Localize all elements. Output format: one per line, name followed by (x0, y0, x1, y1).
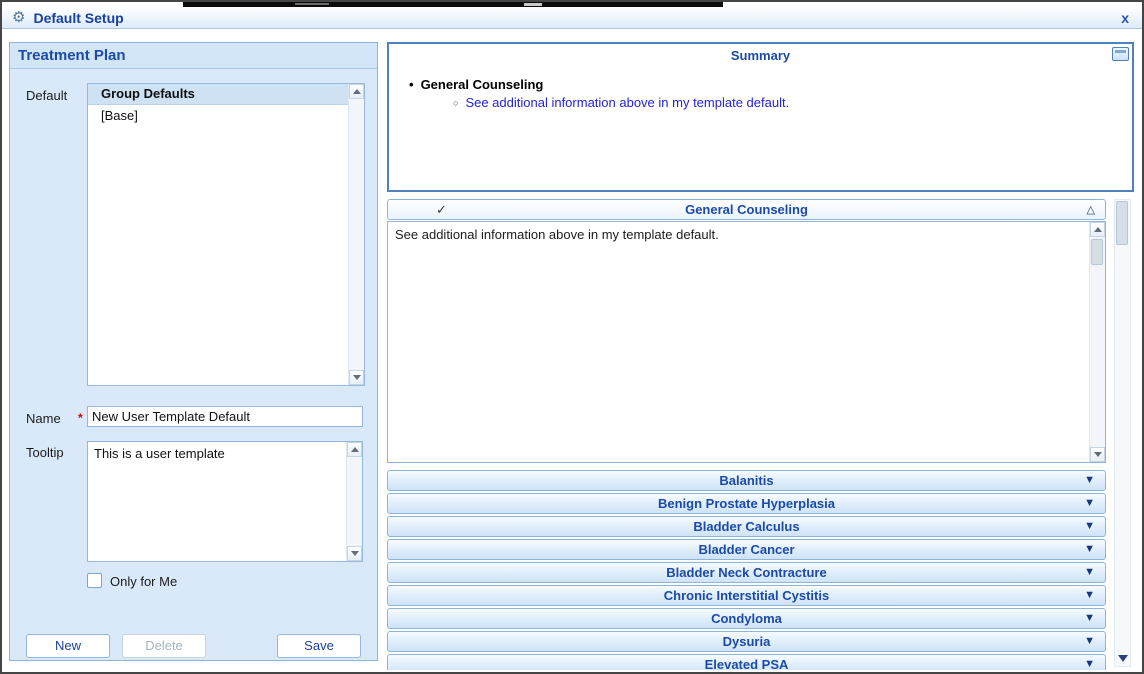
save-button[interactable]: Save (277, 634, 361, 658)
chevron-down-icon[interactable]: ▼ (1084, 589, 1095, 601)
scroll-up-button[interactable] (347, 442, 362, 457)
summary-title: Summary (730, 48, 791, 63)
summary-subitem: ○ See additional information above in my… (453, 95, 789, 110)
section-title: Condyloma (711, 611, 782, 626)
summary-panel: Summary • General Counseling ○ See addit… (387, 42, 1134, 192)
listbox-scrollbar[interactable] (348, 84, 364, 385)
summary-item: • General Counseling (409, 77, 543, 92)
chevron-down-icon[interactable]: ▼ (1084, 543, 1095, 555)
section-title: Benign Prostate Hyperplasia (658, 496, 835, 511)
tooltip-label: Tooltip (26, 445, 64, 460)
chevron-down-icon[interactable]: ▼ (1084, 520, 1095, 532)
arrow-up-icon (350, 447, 359, 452)
tooltip-text[interactable]: This is a user template (88, 442, 346, 465)
background-text-fragment (524, 3, 542, 6)
window-title: Default Setup (33, 9, 124, 26)
arrow-down-icon (352, 375, 361, 380)
textarea-scrollbar[interactable] (1089, 222, 1105, 462)
sections-scrollbar[interactable] (1114, 199, 1131, 667)
section-title: Balanitis (719, 473, 774, 488)
defaults-detail-region: Summary • General Counseling ○ See addit… (387, 42, 1138, 670)
scroll-down-button[interactable] (1115, 650, 1130, 666)
summary-item-link[interactable]: See additional information above in my t… (465, 95, 789, 110)
title-bar: ⚙ Default Setup x (2, 7, 1142, 29)
section-bar-bladder-calculus[interactable]: Bladder Calculus ▼ (387, 516, 1106, 537)
scroll-up-button[interactable] (349, 84, 364, 99)
section-bar-condyloma[interactable]: Condyloma ▼ (387, 608, 1106, 629)
only-for-me-label[interactable]: Only for Me (110, 574, 177, 589)
name-label: Name (26, 411, 61, 426)
tooltip-textarea[interactable]: This is a user template (87, 441, 363, 562)
chevron-up-icon[interactable]: △ (1087, 203, 1095, 216)
circle-bullet-icon: ○ (453, 97, 459, 108)
gear-icon: ⚙ (12, 9, 26, 26)
panel-title: Treatment Plan (10, 43, 377, 69)
arrow-down-icon (350, 551, 359, 556)
section-bar-elevated-psa[interactable]: Elevated PSA ▼ (387, 654, 1106, 670)
section-title: Bladder Calculus (693, 519, 800, 534)
scroll-down-button[interactable] (349, 370, 364, 385)
scroll-down-button[interactable] (347, 546, 362, 561)
general-counseling-text[interactable]: See additional information above in my t… (388, 222, 1089, 247)
arrow-up-icon (1093, 227, 1102, 232)
section-bar-dysuria[interactable]: Dysuria ▼ (387, 631, 1106, 652)
section-title: Elevated PSA (704, 657, 789, 670)
section-title: Bladder Neck Contracture (666, 565, 827, 580)
scroll-down-button[interactable] (1090, 447, 1105, 462)
chevron-down-icon[interactable]: ▼ (1084, 497, 1095, 509)
chevron-down-icon[interactable]: ▼ (1084, 474, 1095, 486)
summary-item-heading: General Counseling (420, 77, 544, 92)
chevron-down-icon[interactable]: ▼ (1084, 658, 1095, 670)
default-label: Default (26, 88, 68, 103)
popout-icon[interactable] (1112, 47, 1129, 61)
section-bar-bladder-neck-contracture[interactable]: Bladder Neck Contracture ▼ (387, 562, 1106, 583)
group-defaults-listbox[interactable]: Group Defaults [Base] (87, 83, 365, 386)
new-button[interactable]: New (26, 634, 110, 658)
section-bar-chronic-interstitial-cystitis[interactable]: Chronic Interstitial Cystitis ▼ (387, 585, 1106, 606)
required-asterisk: * (78, 411, 83, 425)
list-item-base[interactable]: [Base] (88, 108, 348, 123)
listbox-header[interactable]: Group Defaults (88, 84, 348, 105)
scrollbar-thumb[interactable] (1116, 201, 1128, 245)
chevron-down-icon[interactable]: ▼ (1084, 566, 1095, 578)
scroll-up-button[interactable] (1090, 222, 1105, 237)
section-bar-balanitis[interactable]: Balanitis ▼ (387, 470, 1106, 491)
section-title: General Counseling (685, 202, 808, 217)
treatment-plan-panel: Treatment Plan Default Group Defaults [B… (9, 42, 378, 661)
chevron-down-icon[interactable]: ▼ (1084, 635, 1095, 647)
delete-button[interactable]: Delete (122, 634, 206, 658)
only-for-me-checkbox[interactable] (87, 573, 102, 588)
section-bar-bladder-cancer[interactable]: Bladder Cancer ▼ (387, 539, 1106, 560)
section-bar-benign-prostate-hyperplasia[interactable]: Benign Prostate Hyperplasia ▼ (387, 493, 1106, 514)
arrow-down-icon (1093, 452, 1102, 457)
arrow-down-icon (1117, 654, 1128, 662)
name-input[interactable] (87, 406, 363, 427)
section-title: Bladder Cancer (698, 542, 795, 557)
general-counseling-textarea[interactable]: See additional information above in my t… (387, 221, 1106, 463)
section-title: Dysuria (722, 634, 771, 649)
close-button[interactable]: x (1121, 10, 1129, 26)
scrollbar-thumb[interactable] (1091, 239, 1103, 265)
background-text-fragment (295, 3, 329, 5)
default-setup-dialog: ⚙ Default Setup x Treatment Plan Default… (0, 0, 1144, 674)
section-title: Chronic Interstitial Cystitis (663, 588, 830, 603)
chevron-down-icon[interactable]: ▼ (1084, 612, 1095, 624)
tooltip-scrollbar[interactable] (346, 442, 362, 561)
bullet-icon: • (409, 77, 414, 92)
section-bar-general-counseling[interactable]: ✓ General Counseling △ (387, 199, 1106, 220)
arrow-up-icon (352, 89, 361, 94)
